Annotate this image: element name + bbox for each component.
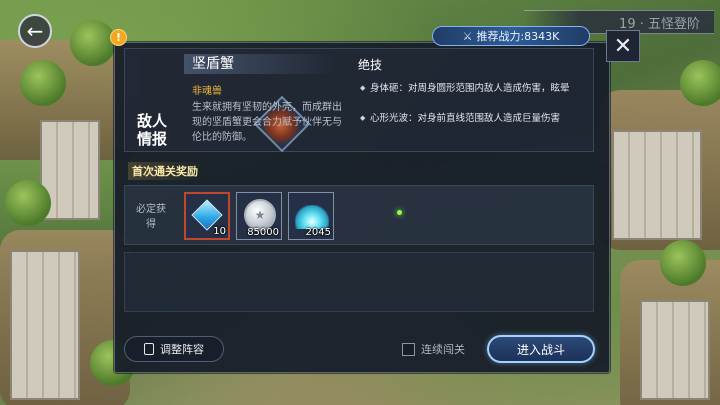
adjust-lineup-button[interactable]: 调整阵容 [124, 336, 224, 362]
info-icon[interactable]: ! [110, 29, 127, 46]
enter-battle-button[interactable]: 进入战斗 [487, 335, 595, 363]
reward-qty: 2045 [305, 227, 331, 238]
reward-qty: 85000 [247, 227, 279, 238]
enemy-name: 坚盾蟹 [184, 54, 336, 74]
enemy-info-tag: 敌人情报 [136, 112, 167, 148]
close-button[interactable]: ✕ [606, 30, 640, 62]
enemy-portrait [128, 52, 311, 153]
recommended-power-badge: ⚔ 推荐战力:8343K [432, 26, 590, 46]
reward-item-silver-coin[interactable]: ★ 85000 [236, 192, 282, 240]
continuous-challenge-toggle[interactable]: 连续闯关 [402, 341, 465, 357]
crystal-dust-icon [295, 205, 329, 229]
recommended-power-text: 推荐战力:8343K [476, 30, 560, 43]
skill-item: 心形光波：对身前直线范围敌人造成巨量伤害 [360, 112, 588, 125]
reward-qty: 10 [213, 226, 226, 237]
reward-item-crystal-dust[interactable]: 2045 [288, 192, 334, 240]
close-icon: ✕ [613, 33, 633, 59]
back-button[interactable]: ← [18, 14, 52, 48]
skill-item: 身体砸：对周身圆形范围内敌人造成伤害，眩晕 [360, 82, 588, 95]
adjust-lineup-label: 调整阵容 [160, 343, 204, 356]
checkbox[interactable] [402, 342, 415, 356]
arrow-left-icon: ← [26, 19, 44, 43]
enemy-description: 生来就拥有坚韧的外壳，而成群出现的坚盾蟹更会合力赋予伙伴无与伦比的防御。 [192, 102, 342, 143]
first-clear-reward-title: 首次通关奖励 [128, 162, 202, 180]
sparkle-effect [397, 210, 402, 215]
empty-panel [124, 252, 594, 312]
guaranteed-label: 必定获得 [136, 204, 166, 230]
crossed-swords-icon: ⚔ [462, 29, 473, 43]
enemy-type: 非魂兽 [192, 86, 222, 97]
skills-title: 绝技 [358, 58, 383, 72]
reward-item-diamond[interactable]: 10 [184, 192, 230, 240]
continuous-challenge-label: 连续闯关 [421, 343, 465, 356]
lineup-icon [144, 343, 154, 355]
